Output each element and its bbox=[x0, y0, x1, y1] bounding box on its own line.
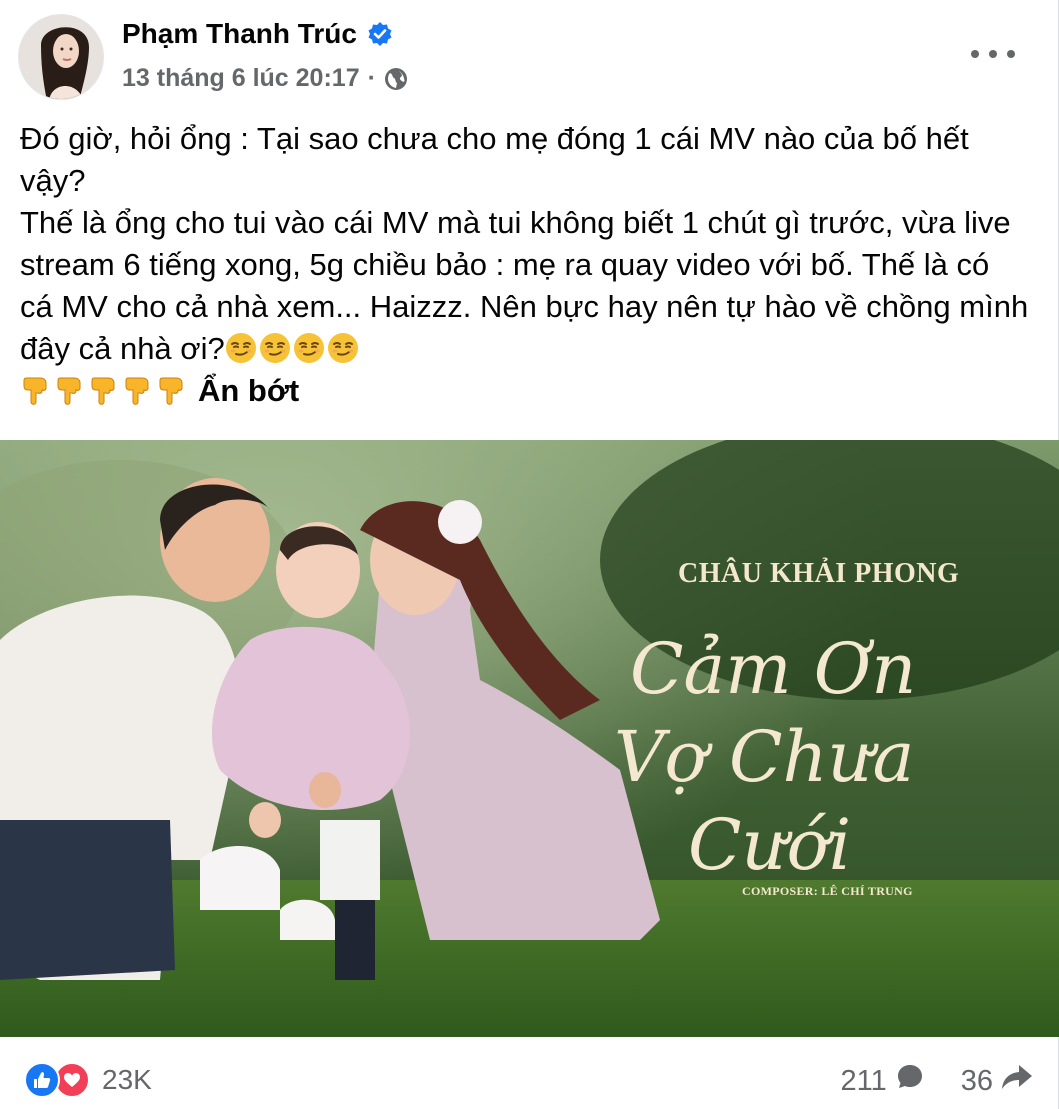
pointing-down-emoji-icon bbox=[54, 373, 88, 408]
post-text-paragraph-2: Thế là ổng cho tui vào cái MV mà tui khô… bbox=[20, 205, 1029, 366]
meta-separator: · bbox=[367, 64, 376, 92]
comments-count-link[interactable]: 211 bbox=[841, 1062, 925, 1100]
like-thumb-icon bbox=[24, 1062, 60, 1098]
reactions-summary[interactable]: 23K bbox=[24, 1062, 152, 1098]
more-dot bbox=[971, 50, 979, 58]
more-dot bbox=[989, 50, 997, 58]
mv-song-title-line-2: Vợ Chưa bbox=[614, 716, 915, 798]
post-text-line-2: Thế là ổng cho tui vào cái MV mà tui khô… bbox=[20, 202, 1030, 370]
smirking-face-emoji-icon bbox=[259, 331, 293, 366]
author-name[interactable]: Phạm Thanh Trúc bbox=[122, 18, 357, 50]
pointing-down-emoji-icon bbox=[20, 373, 54, 408]
mv-song-title-line-3: Cưới bbox=[688, 804, 852, 886]
smirking-face-emoji-icon bbox=[327, 331, 361, 366]
more-options-button[interactable] bbox=[971, 40, 1015, 68]
facebook-post: Phạm Thanh Trúc 13 tháng 6 lúc 20:17 · Đ… bbox=[0, 0, 1059, 1109]
post-text-line-1: Đó giờ, hỏi ổng : Tại sao chưa cho mẹ đó… bbox=[20, 121, 969, 198]
see-less-button[interactable]: Ẩn bớt bbox=[198, 373, 299, 408]
author-avatar[interactable] bbox=[18, 14, 104, 100]
globe-icon[interactable] bbox=[384, 67, 408, 91]
shares-count-link[interactable]: 36 bbox=[961, 1062, 1033, 1100]
post-footer: 23K 211 36 bbox=[0, 1050, 1059, 1109]
post-text: Đó giờ, hỏi ổng : Tại sao chưa cho mẹ đó… bbox=[20, 118, 1030, 412]
comment-bubble-icon bbox=[895, 1062, 925, 1100]
engagement-counts: 211 36 bbox=[841, 1062, 1034, 1100]
smirk-emoji-group bbox=[225, 331, 361, 366]
post-timestamp[interactable]: 13 tháng 6 lúc 20:17 bbox=[122, 64, 360, 93]
smirking-face-emoji-icon bbox=[293, 331, 327, 366]
post-meta: 13 tháng 6 lúc 20:17 · bbox=[122, 64, 408, 93]
post-text-line-3: Ẩn bớt bbox=[20, 370, 1030, 412]
pointing-emoji-group bbox=[20, 373, 190, 408]
post-header: Phạm Thanh Trúc 13 tháng 6 lúc 20:17 · bbox=[0, 0, 1059, 110]
comment-count: 211 bbox=[840, 1064, 887, 1097]
share-arrow-icon bbox=[1001, 1062, 1033, 1100]
pointing-down-emoji-icon bbox=[88, 373, 122, 408]
pointing-down-emoji-icon bbox=[156, 373, 190, 408]
pointing-down-emoji-icon bbox=[122, 373, 156, 408]
mv-song-title: Cảm Ơn Vợ Chưa Cưới bbox=[614, 625, 1030, 889]
smirking-face-emoji-icon bbox=[225, 331, 259, 366]
share-count: 36 bbox=[960, 1064, 993, 1097]
mv-composer-credit: COMPOSER: LÊ CHÍ TRUNG bbox=[742, 884, 913, 898]
more-dot bbox=[1007, 50, 1015, 58]
mv-artist-name: CHÂU KHẢI PHONG bbox=[678, 558, 960, 589]
author-line: Phạm Thanh Trúc bbox=[122, 18, 393, 50]
mv-song-title-line-1: Cảm Ơn bbox=[630, 628, 917, 710]
reaction-count: 23K bbox=[102, 1064, 152, 1095]
verified-badge-icon bbox=[367, 21, 393, 47]
